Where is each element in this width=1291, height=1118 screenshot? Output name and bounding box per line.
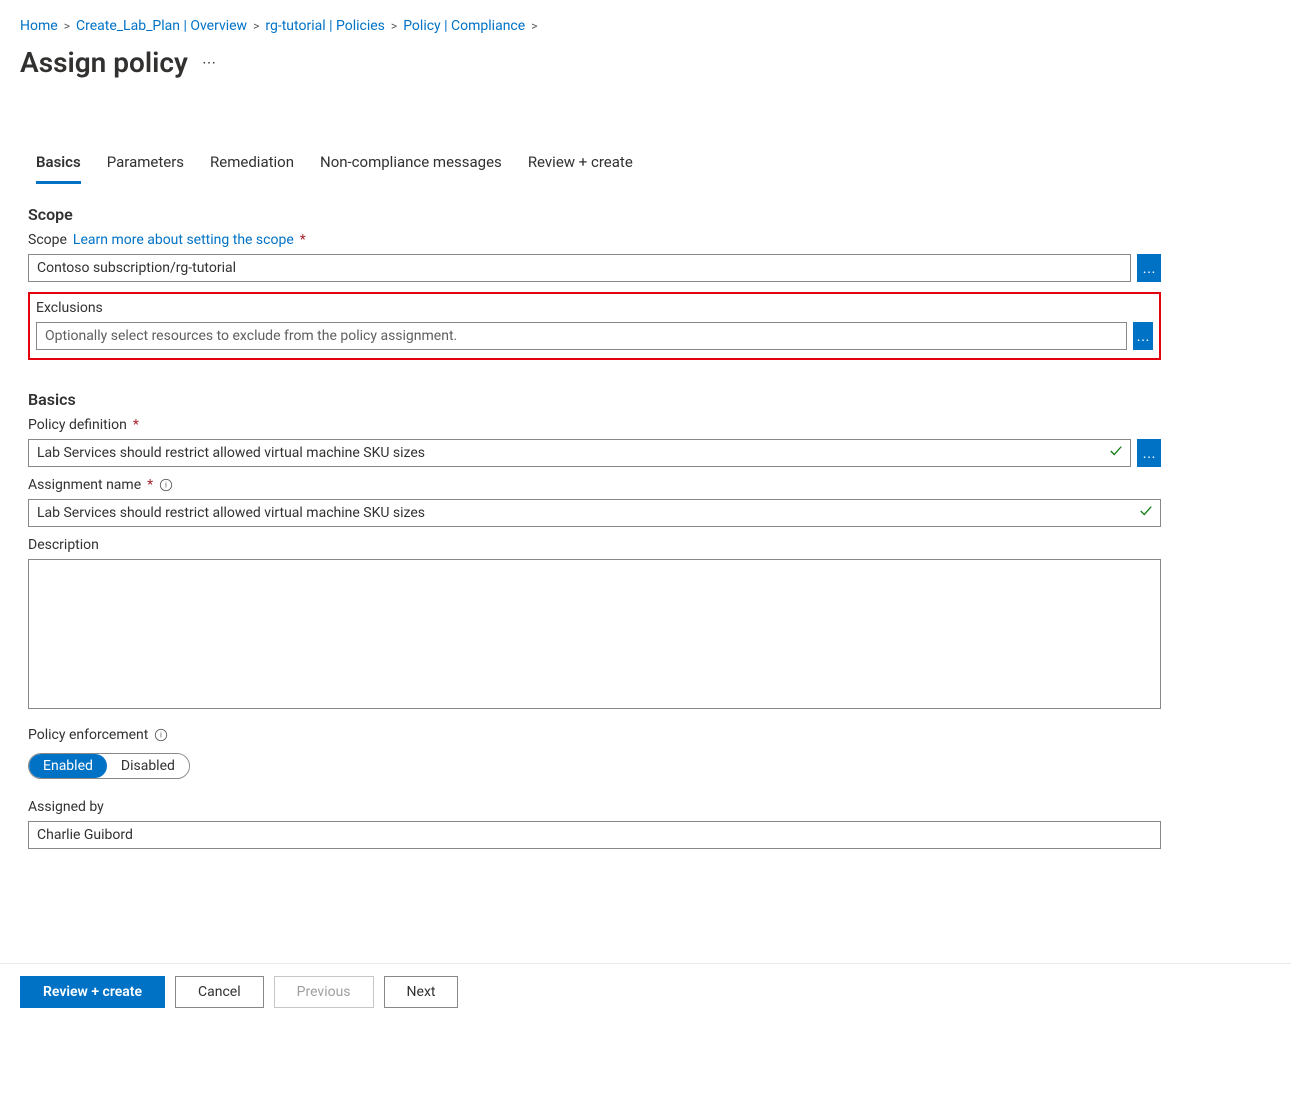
svg-text:i: i	[160, 731, 162, 740]
policy-definition-picker-button[interactable]: …	[1137, 439, 1161, 467]
policy-enforcement-label: Policy enforcement	[28, 727, 148, 743]
policy-enforcement-toggle: Enabled Disabled	[28, 753, 190, 779]
basics-section-title: Basics	[28, 390, 1161, 409]
chevron-right-icon: >	[531, 19, 537, 33]
assignment-name-label-row: Assignment name * i	[28, 477, 1161, 493]
required-indicator: *	[133, 417, 139, 433]
ellipsis-icon: …	[1142, 261, 1156, 275]
description-textarea[interactable]	[28, 559, 1161, 709]
tab-non-compliance-messages[interactable]: Non-compliance messages	[320, 145, 502, 184]
ellipsis-icon: …	[1142, 446, 1156, 460]
breadcrumb-home[interactable]: Home	[20, 18, 58, 34]
enforcement-disabled-option[interactable]: Disabled	[107, 754, 189, 778]
breadcrumb: Home > Create_Lab_Plan | Overview > rg-t…	[20, 0, 1271, 40]
assignment-name-label: Assignment name	[28, 477, 141, 493]
scope-learn-more-link[interactable]: Learn more about setting the scope	[73, 232, 294, 248]
exclusions-picker-button[interactable]: …	[1133, 322, 1153, 350]
policy-definition-label-row: Policy definition *	[28, 417, 1161, 433]
chevron-right-icon: >	[391, 19, 397, 33]
svg-text:i: i	[165, 481, 167, 490]
chevron-right-icon: >	[253, 19, 259, 33]
tabs: Basics Parameters Remediation Non-compli…	[28, 145, 1161, 185]
exclusions-input[interactable]	[36, 322, 1127, 350]
required-indicator: *	[300, 232, 306, 248]
scope-input[interactable]	[28, 254, 1131, 282]
tab-review-create[interactable]: Review + create	[528, 145, 633, 184]
next-button[interactable]: Next	[384, 976, 459, 1008]
description-label: Description	[28, 537, 1161, 553]
tab-remediation[interactable]: Remediation	[210, 145, 294, 184]
more-actions-icon[interactable]: ⋯	[202, 55, 216, 71]
cancel-button[interactable]: Cancel	[175, 976, 264, 1008]
ellipsis-icon: …	[1136, 329, 1150, 343]
policy-enforcement-label-row: Policy enforcement i	[28, 727, 1161, 743]
breadcrumb-rg-tutorial[interactable]: rg-tutorial | Policies	[265, 18, 385, 34]
breadcrumb-create-lab-plan[interactable]: Create_Lab_Plan | Overview	[76, 18, 247, 34]
policy-definition-input[interactable]	[28, 439, 1131, 467]
exclusions-label: Exclusions	[36, 300, 1153, 316]
page-title: Assign policy	[20, 46, 188, 79]
breadcrumb-policy-compliance[interactable]: Policy | Compliance	[403, 18, 525, 34]
scope-label: Scope	[28, 232, 67, 248]
info-icon[interactable]: i	[159, 478, 173, 492]
exclusions-highlight: Exclusions …	[28, 292, 1161, 360]
scope-section-title: Scope	[28, 205, 1161, 224]
tab-parameters[interactable]: Parameters	[107, 145, 184, 184]
assigned-by-input[interactable]	[28, 821, 1161, 849]
tab-basics[interactable]: Basics	[36, 145, 81, 184]
assigned-by-label: Assigned by	[28, 799, 1161, 815]
info-icon[interactable]: i	[154, 728, 168, 742]
review-create-button[interactable]: Review + create	[20, 976, 165, 1008]
assignment-name-input[interactable]	[28, 499, 1161, 527]
page-header: Assign policy ⋯	[20, 40, 1271, 85]
scope-label-row: Scope Learn more about setting the scope…	[28, 232, 1161, 248]
chevron-right-icon: >	[64, 19, 70, 33]
enforcement-enabled-option[interactable]: Enabled	[29, 754, 107, 778]
scope-picker-button[interactable]: …	[1137, 254, 1161, 282]
previous-button: Previous	[274, 976, 374, 1008]
required-indicator: *	[147, 477, 153, 493]
policy-definition-label: Policy definition	[28, 417, 127, 433]
footer-bar: Review + create Cancel Previous Next	[0, 963, 1291, 1118]
